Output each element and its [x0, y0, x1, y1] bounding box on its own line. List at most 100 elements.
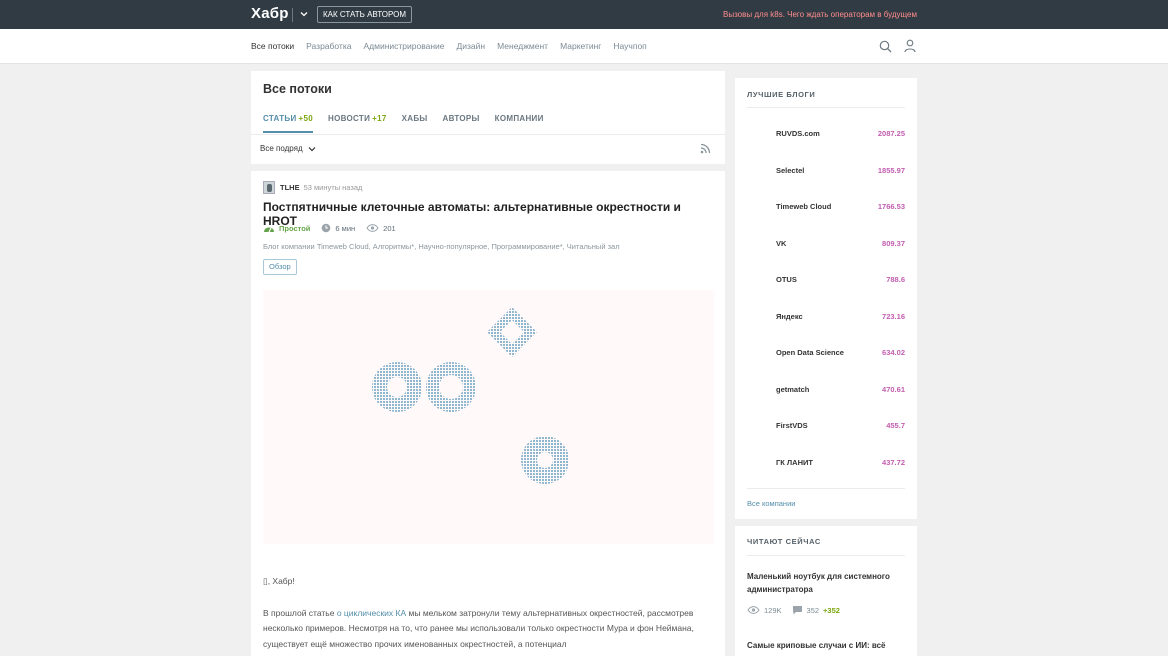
tab-articles[interactable]: СТАТЬИ +50	[263, 114, 314, 133]
views-label: 129K	[764, 605, 782, 615]
blog-name: ГК ЛАНИТ	[776, 458, 813, 467]
reading-item-stats: 129K 352 +352	[747, 605, 840, 615]
filter-dropdown[interactable]: Все подряд	[260, 144, 317, 153]
tab-count: +17	[372, 114, 387, 123]
eye-icon	[366, 224, 379, 232]
blog-name: OTUS	[776, 275, 797, 284]
tab-authors[interactable]: АВТОРЫ	[443, 114, 480, 133]
page-title: Все потоки	[263, 82, 332, 96]
tab-label: КОМПАНИИ	[494, 114, 544, 123]
blog-row[interactable]: OTUS 788.6	[776, 275, 905, 284]
reading-comments[interactable]: 352 +352	[792, 605, 840, 615]
divider	[747, 488, 905, 489]
blog-rating: 2087.25	[877, 129, 905, 138]
blog-row[interactable]: getmatch 470.61	[776, 385, 905, 394]
avatar[interactable]	[263, 181, 275, 194]
nav-item-admin[interactable]: Администрирование	[363, 41, 444, 51]
blog-rating: 788.6	[886, 275, 905, 284]
blog-name: Open Data Science	[776, 348, 844, 357]
cyclic-ca-link[interactable]: о циклических КА	[337, 608, 406, 618]
best-blogs-title: ЛУЧШИЕ БЛОГИ	[747, 90, 816, 99]
blog-rating: 723.16	[882, 312, 905, 321]
rss-icon[interactable]	[700, 143, 711, 154]
article-cover-image[interactable]	[263, 290, 714, 544]
tab-label: НОВОСТИ	[328, 114, 371, 123]
read-time: 6 мин	[321, 223, 355, 233]
author-name[interactable]: TLHE	[280, 183, 300, 192]
eye-icon	[747, 606, 760, 614]
blog-row[interactable]: Timeweb Cloud 1766.53	[776, 202, 905, 211]
divider	[747, 555, 905, 556]
blog-name: Timeweb Cloud	[776, 202, 832, 211]
blog-row[interactable]: ГК ЛАНИТ 437.72	[776, 458, 905, 467]
read-time-label: 6 мин	[335, 223, 356, 233]
views-count: 201	[366, 224, 396, 233]
blog-name: getmatch	[776, 385, 810, 394]
nav-item-design[interactable]: Дизайн	[457, 41, 486, 51]
habr-logo[interactable]: Хабр	[251, 5, 289, 22]
content-tabs: СТАТЬИ +50 НОВОСТИ +17 ХАБЫ АВТОРЫ КОМПАНИ…	[263, 114, 544, 133]
blog-name: VK	[776, 239, 787, 248]
tab-label: СТАТЬИ	[263, 114, 297, 123]
tab-label: ХАБЫ	[401, 114, 428, 123]
blog-row[interactable]: Selectel 1855.97	[776, 166, 905, 175]
blog-rating: 1855.97	[877, 166, 905, 175]
divider	[747, 107, 905, 108]
how-to-become-author-button[interactable]: КАК СТАТЬ АВТОРОМ	[317, 6, 413, 23]
blog-name: Selectel	[776, 166, 805, 175]
article-meta: TLHE 53 минуты назад	[263, 181, 362, 194]
chevron-down-icon	[308, 146, 316, 151]
article-card: TLHE 53 минуты назад Постпятничные клето…	[251, 171, 725, 656]
blog-name: RUVDS.com	[776, 129, 820, 138]
views-label: 201	[383, 223, 396, 233]
publish-time: 53 минуты назад	[303, 183, 363, 192]
article-paragraph: В прошлой статье о циклических КА мы мел…	[263, 606, 715, 652]
top-bar: Хабр КАК СТАТЬ АВТОРОМ Вызовы для k8s. Ч…	[0, 0, 1168, 29]
chevron-down-icon[interactable]	[298, 8, 310, 20]
article-hubs[interactable]: Блог компании Timeweb Cloud, Алгоритмы*,…	[263, 242, 620, 251]
complexity-level: Простой	[263, 224, 310, 233]
tab-companies[interactable]: КОМПАНИИ	[495, 114, 544, 133]
all-companies-link[interactable]: Все компании	[747, 499, 795, 508]
tab-count: +50	[298, 114, 314, 123]
nav-item-management[interactable]: Менеджмент	[497, 41, 548, 51]
search-icon[interactable]	[879, 40, 892, 53]
comments-label: 352	[806, 605, 820, 615]
reading-views: 129K	[747, 606, 782, 615]
blog-name: Яндекс	[776, 312, 803, 321]
blog-row[interactable]: RUVDS.com 2087.25	[776, 129, 905, 138]
nav-item-all[interactable]: Все потоки	[251, 41, 294, 51]
logo-divider	[292, 8, 293, 22]
blog-rating: 437.72	[882, 458, 905, 467]
post-type-badge: Обзор	[263, 259, 297, 275]
article-stats: Простой 6 мин 201	[263, 223, 396, 233]
blog-row[interactable]: FirstVDS 455.7	[776, 421, 905, 430]
reading-item-title[interactable]: Самые криповые случаи с ИИ: всё	[747, 640, 907, 653]
level-label: Простой	[279, 223, 311, 233]
reading-item-title[interactable]: Маленький ноутбук для системного админис…	[747, 571, 907, 596]
blog-rating: 455.7	[886, 421, 905, 430]
flows-header: Все потоки СТАТЬИ +50 НОВОСТИ +17 ХАБЫ АВТ…	[251, 71, 725, 164]
promo-link[interactable]: Вызовы для k8s. Чего ждать операторам в …	[723, 10, 917, 19]
article-greeting: ▯, Хабр!	[263, 576, 295, 587]
clock-icon	[322, 223, 331, 233]
reading-now-title: ЧИТАЮТ СЕЙЧАС	[747, 537, 821, 546]
blog-row[interactable]: Open Data Science 634.02	[776, 348, 905, 357]
complexity-icon	[264, 227, 274, 232]
blog-rating: 634.02	[882, 348, 905, 357]
blog-row[interactable]: Яндекс 723.16	[776, 312, 905, 321]
blog-row[interactable]: VK 809.37	[776, 239, 905, 248]
tab-news[interactable]: НОВОСТИ +17	[328, 114, 387, 133]
tab-hubs[interactable]: ХАБЫ	[402, 114, 428, 133]
nav-item-marketing[interactable]: Маркетинг	[560, 41, 601, 51]
user-icon[interactable]	[904, 39, 916, 53]
divider	[251, 134, 725, 135]
blog-rating: 470.61	[882, 385, 905, 394]
comment-icon	[792, 606, 802, 615]
nav-item-develop[interactable]: Разработка	[306, 41, 351, 51]
para-text: В прошлой статье	[263, 608, 337, 618]
filter-label: Все подряд	[260, 144, 303, 153]
new-comments-label: +352	[823, 605, 840, 615]
tab-label: АВТОРЫ	[442, 114, 480, 123]
nav-item-popsci[interactable]: Научпоп	[613, 41, 646, 51]
